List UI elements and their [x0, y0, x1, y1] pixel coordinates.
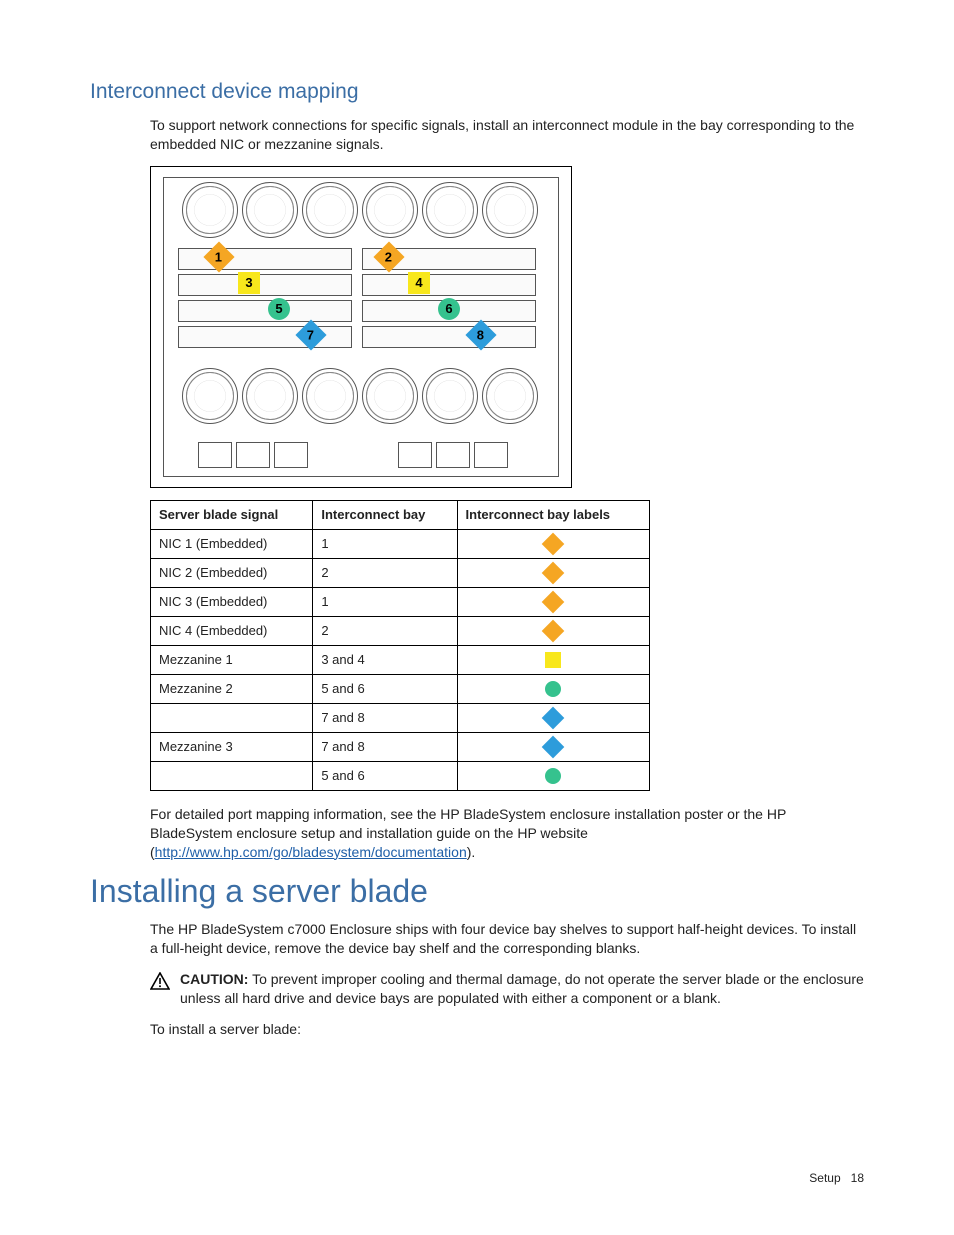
cell-bay: 7 and 8: [313, 703, 457, 732]
cell-signal: NIC 4 (Embedded): [151, 616, 313, 645]
fan-icon: [422, 182, 478, 238]
cell-label: [457, 645, 649, 674]
table-row: NIC 2 (Embedded)2: [151, 558, 650, 587]
fan-icon: [242, 182, 298, 238]
cell-bay: 2: [313, 558, 457, 587]
documentation-link[interactable]: http://www.hp.com/go/bladesystem/documen…: [155, 844, 467, 860]
orange-shape-icon: [542, 620, 565, 643]
callout-label: 2: [385, 249, 392, 264]
fan-icon: [182, 368, 238, 424]
fan-icon: [302, 182, 358, 238]
table-header: Interconnect bay: [313, 500, 457, 529]
callout-label: 6: [445, 301, 452, 316]
fan-row-mid: [174, 368, 548, 426]
intro-paragraph: To support network connections for speci…: [150, 116, 864, 154]
section1-content: To support network connections for speci…: [150, 116, 864, 861]
yellow-shape-icon: [545, 652, 561, 668]
fan-icon: [242, 368, 298, 424]
enclosure-diagram: 1 2 3 4 5 6 7 8: [150, 166, 572, 488]
cell-label: [457, 703, 649, 732]
caution-label: CAUTION:: [180, 971, 248, 987]
caution-block: CAUTION: To prevent improper cooling and…: [180, 970, 864, 1008]
callout-4: 4: [408, 272, 430, 294]
install-paragraph-1: The HP BladeSystem c7000 Enclosure ships…: [150, 920, 864, 958]
cell-label: [457, 761, 649, 790]
fan-icon: [182, 182, 238, 238]
cell-label: [457, 558, 649, 587]
fan-icon: [422, 368, 478, 424]
callout-6: 6: [438, 298, 460, 320]
cell-bay: 5 and 6: [313, 674, 457, 703]
cell-label: [457, 616, 649, 645]
callout-5: 5: [268, 298, 290, 320]
table-row: NIC 1 (Embedded)1: [151, 529, 650, 558]
cell-signal: NIC 2 (Embedded): [151, 558, 313, 587]
footer-section: Setup: [809, 1171, 840, 1185]
orange-shape-icon: [542, 591, 565, 614]
fan-icon: [302, 368, 358, 424]
footnote-paragraph: For detailed port mapping information, s…: [150, 805, 864, 862]
table-row: NIC 3 (Embedded)1: [151, 587, 650, 616]
caution-text: To prevent improper cooling and thermal …: [180, 971, 864, 1006]
callout-label: 7: [307, 327, 314, 342]
callout-label: 5: [275, 301, 282, 316]
callout-label: 8: [477, 327, 484, 342]
callout-label: 1: [215, 249, 222, 264]
cell-label: [457, 529, 649, 558]
cell-signal: NIC 3 (Embedded): [151, 587, 313, 616]
cell-signal: [151, 703, 313, 732]
table-row: Mezzanine 25 and 6: [151, 674, 650, 703]
green-shape-icon: [545, 681, 561, 697]
cell-signal: Mezzanine 1: [151, 645, 313, 674]
table-header: Interconnect bay labels: [457, 500, 649, 529]
interconnect-mapping-table: Server blade signal Interconnect bay Int…: [150, 500, 650, 791]
cell-signal: [151, 761, 313, 790]
orange-shape-icon: [542, 562, 565, 585]
cell-label: [457, 674, 649, 703]
table-header: Server blade signal: [151, 500, 313, 529]
fan-row-top: [174, 182, 548, 240]
table-row: Mezzanine 37 and 8: [151, 732, 650, 761]
cell-bay: 1: [313, 587, 457, 616]
cell-bay: 7 and 8: [313, 732, 457, 761]
fan-icon: [362, 368, 418, 424]
table-row: Mezzanine 13 and 4: [151, 645, 650, 674]
cell-signal: Mezzanine 3: [151, 732, 313, 761]
cell-signal: Mezzanine 2: [151, 674, 313, 703]
cell-label: [457, 587, 649, 616]
table-row: 5 and 6: [151, 761, 650, 790]
fan-icon: [362, 182, 418, 238]
table-row: 7 and 8: [151, 703, 650, 732]
cell-bay: 5 and 6: [313, 761, 457, 790]
footnote-text: ).: [467, 844, 476, 860]
footer-page-number: 18: [851, 1171, 864, 1185]
cell-bay: 2: [313, 616, 457, 645]
heading-interconnect-mapping: Interconnect device mapping: [90, 80, 864, 104]
callout-label: 3: [245, 275, 252, 290]
blue-shape-icon: [542, 736, 565, 759]
fan-icon: [482, 368, 538, 424]
fan-icon: [482, 182, 538, 238]
heading-installing-server-blade: Installing a server blade: [90, 873, 864, 910]
cell-signal: NIC 1 (Embedded): [151, 529, 313, 558]
blue-shape-icon: [542, 707, 565, 730]
interconnect-slots: 1 2 3 4 5 6 7 8: [178, 248, 544, 358]
cell-label: [457, 732, 649, 761]
callout-3: 3: [238, 272, 260, 294]
section2-content: The HP BladeSystem c7000 Enclosure ships…: [150, 920, 864, 1038]
caution-icon: [150, 972, 170, 990]
page-footer: Setup 18: [809, 1171, 864, 1185]
callout-label: 4: [415, 275, 422, 290]
cell-bay: 1: [313, 529, 457, 558]
page: Interconnect device mapping To support n…: [0, 0, 954, 1235]
psu-row: [178, 440, 544, 470]
orange-shape-icon: [542, 533, 565, 556]
chassis-outline: 1 2 3 4 5 6 7 8: [163, 177, 559, 477]
green-shape-icon: [545, 768, 561, 784]
table-row: NIC 4 (Embedded)2: [151, 616, 650, 645]
install-paragraph-2: To install a server blade:: [150, 1020, 864, 1039]
cell-bay: 3 and 4: [313, 645, 457, 674]
